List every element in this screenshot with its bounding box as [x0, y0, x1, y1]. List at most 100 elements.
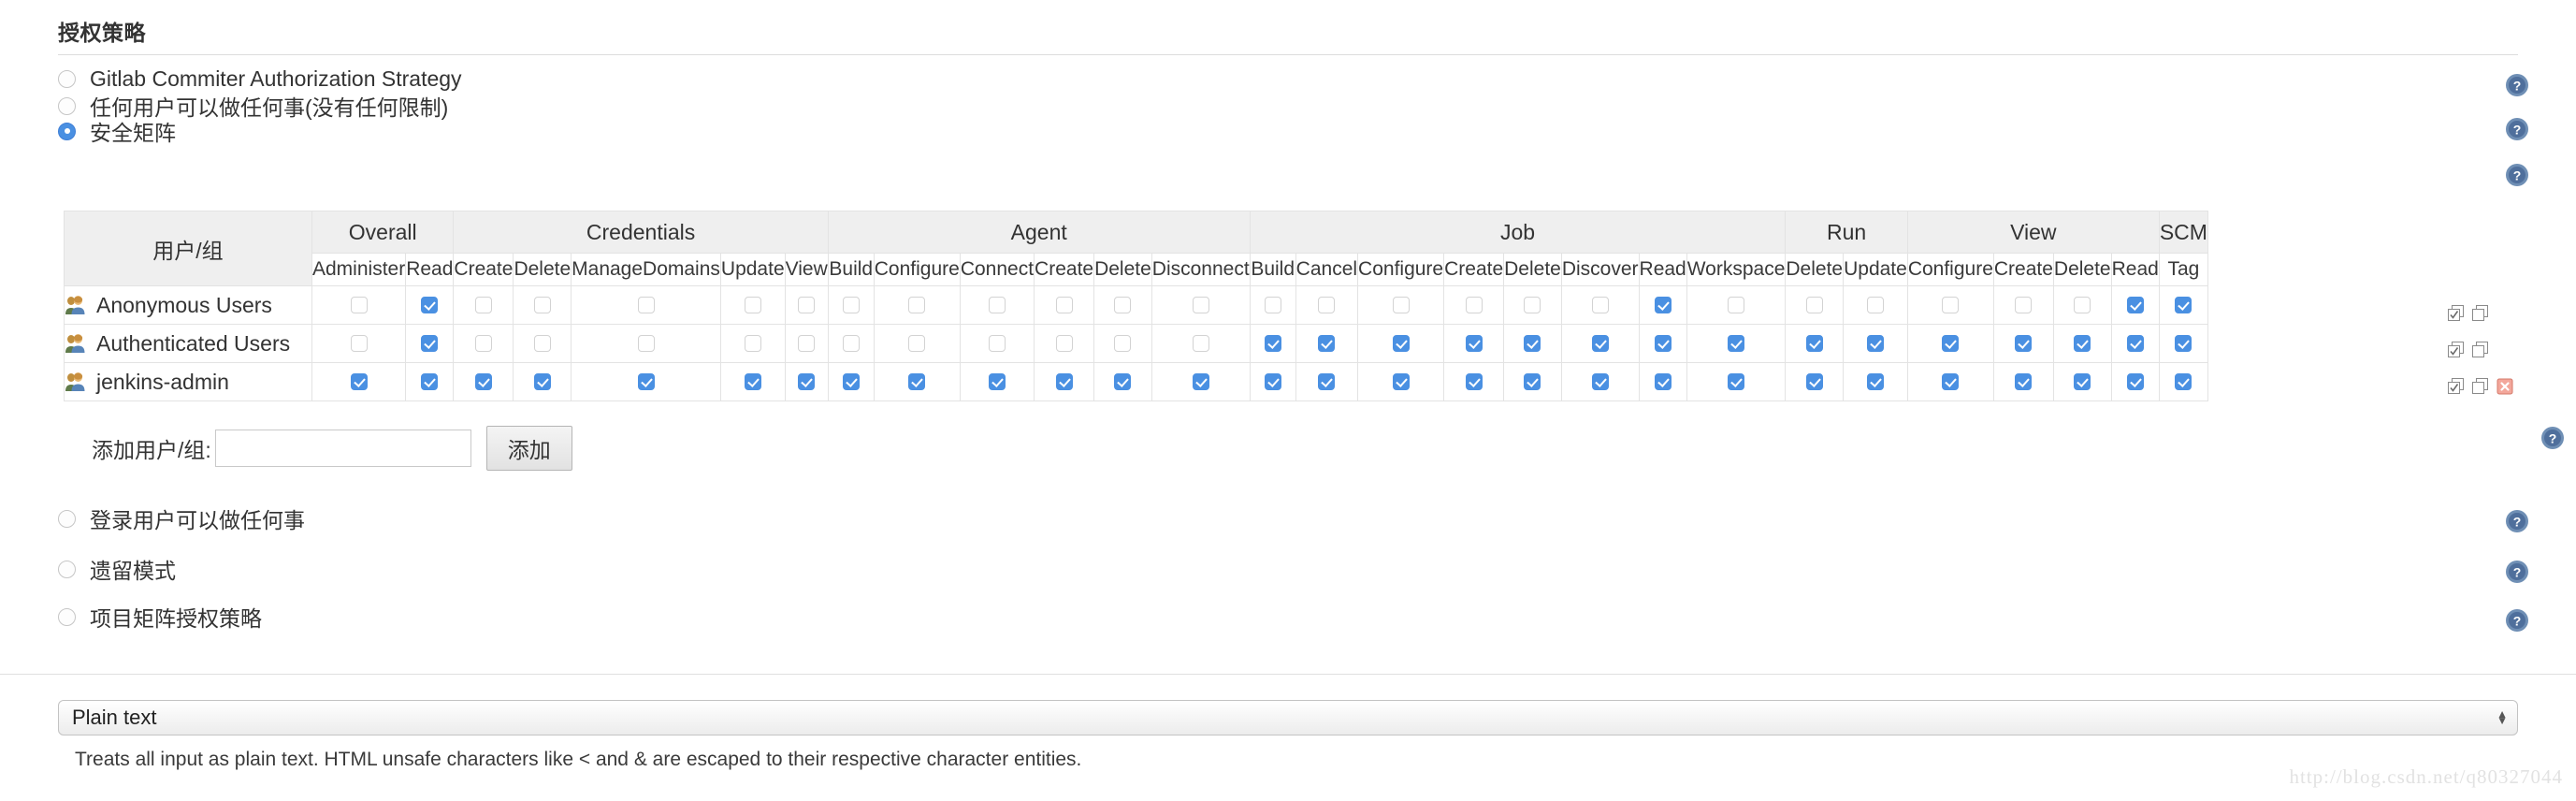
permission-checkbox[interactable]	[421, 297, 439, 314]
permission-cell[interactable]	[2110, 362, 2160, 401]
permission-cell[interactable]	[1034, 285, 1095, 325]
permission-checkbox[interactable]	[1654, 297, 1672, 314]
permission-cell[interactable]	[1686, 324, 1787, 363]
permission-cell[interactable]	[1785, 362, 1845, 401]
permission-cell[interactable]	[405, 324, 455, 363]
permission-cell[interactable]	[1560, 362, 1640, 401]
permission-checkbox[interactable]	[1114, 373, 1132, 391]
select-all-icon[interactable]	[2447, 341, 2466, 364]
permission-cell[interactable]	[827, 324, 875, 363]
strategy-option-2[interactable]: 安全矩阵	[58, 118, 176, 145]
permission-checkbox[interactable]	[1055, 297, 1073, 314]
permission-cell[interactable]	[873, 362, 961, 401]
permission-checkbox[interactable]	[908, 373, 926, 391]
permission-cell[interactable]	[1686, 362, 1787, 401]
permission-cell[interactable]	[1249, 324, 1296, 363]
permission-cell[interactable]	[1357, 285, 1445, 325]
permission-cell[interactable]	[1638, 362, 1687, 401]
permission-checkbox[interactable]	[421, 373, 439, 391]
permission-cell[interactable]	[513, 362, 572, 401]
permission-checkbox[interactable]	[1728, 335, 1745, 353]
strategy-radio-4[interactable]	[58, 560, 76, 578]
permission-cell[interactable]	[1843, 362, 1908, 401]
select-stepper-icon[interactable]: ▲ ▼	[2496, 708, 2508, 726]
permission-cell[interactable]	[311, 324, 407, 363]
permission-cell[interactable]	[1686, 285, 1787, 325]
permission-checkbox[interactable]	[637, 335, 655, 353]
permission-checkbox[interactable]	[1114, 297, 1132, 314]
unselect-all-icon[interactable]	[2471, 377, 2490, 400]
permission-cell[interactable]	[1906, 324, 1994, 363]
permission-checkbox[interactable]	[744, 373, 761, 391]
permission-cell[interactable]	[2052, 324, 2112, 363]
strategy-option-3[interactable]: 登录用户可以做任何事	[58, 505, 305, 532]
permission-checkbox[interactable]	[533, 335, 551, 353]
permission-cell[interactable]	[1503, 362, 1562, 401]
permission-checkbox[interactable]	[637, 297, 655, 314]
permission-checkbox[interactable]	[1114, 335, 1132, 353]
unselect-all-icon[interactable]	[2471, 341, 2490, 364]
delete-row-icon[interactable]	[2496, 377, 2514, 400]
permission-cell[interactable]	[1843, 285, 1908, 325]
permission-cell[interactable]	[1785, 285, 1845, 325]
permission-cell[interactable]	[1443, 362, 1505, 401]
permission-checkbox[interactable]	[2015, 297, 2033, 314]
help-icon[interactable]: ?	[2505, 560, 2529, 584]
help-icon[interactable]: ?	[2505, 608, 2529, 633]
permission-cell[interactable]	[405, 362, 455, 401]
permission-cell[interactable]	[873, 285, 961, 325]
permission-checkbox[interactable]	[1942, 297, 1960, 314]
permission-checkbox[interactable]	[744, 335, 761, 353]
permission-cell[interactable]	[2110, 324, 2160, 363]
permission-cell[interactable]	[1093, 324, 1152, 363]
permission-checkbox[interactable]	[1264, 335, 1281, 353]
permission-checkbox[interactable]	[1591, 373, 1609, 391]
permission-checkbox[interactable]	[1318, 297, 1336, 314]
permission-checkbox[interactable]	[1805, 297, 1823, 314]
permission-cell[interactable]	[959, 324, 1035, 363]
permission-cell[interactable]	[571, 324, 721, 363]
permission-cell[interactable]	[719, 362, 786, 401]
permission-checkbox[interactable]	[908, 335, 926, 353]
permission-checkbox[interactable]	[988, 335, 1006, 353]
permission-checkbox[interactable]	[1055, 335, 1073, 353]
permission-cell[interactable]	[1638, 285, 1687, 325]
permission-cell[interactable]	[719, 285, 786, 325]
permission-checkbox[interactable]	[421, 335, 439, 353]
permission-checkbox[interactable]	[2074, 297, 2091, 314]
permission-checkbox[interactable]	[1055, 373, 1073, 391]
permission-cell[interactable]	[784, 285, 829, 325]
help-icon[interactable]: ?	[2505, 117, 2529, 141]
permission-cell[interactable]	[873, 324, 961, 363]
permission-checkbox[interactable]	[1805, 335, 1823, 353]
permission-cell[interactable]	[827, 285, 875, 325]
add-user-input[interactable]	[214, 430, 471, 467]
permission-cell[interactable]	[571, 285, 721, 325]
permission-checkbox[interactable]	[1866, 373, 1884, 391]
permission-cell[interactable]	[1151, 362, 1251, 401]
permission-checkbox[interactable]	[1866, 297, 1884, 314]
permission-cell[interactable]	[571, 362, 721, 401]
permission-cell[interactable]	[1992, 285, 2054, 325]
strategy-option-4[interactable]: 遗留模式	[58, 556, 176, 583]
permission-checkbox[interactable]	[798, 297, 816, 314]
permission-cell[interactable]	[1843, 324, 1908, 363]
permission-checkbox[interactable]	[2015, 373, 2033, 391]
permission-checkbox[interactable]	[842, 297, 860, 314]
permission-checkbox[interactable]	[2126, 335, 2144, 353]
help-icon[interactable]: ?	[2505, 163, 2529, 187]
permission-cell[interactable]	[1443, 285, 1505, 325]
permission-cell[interactable]	[2158, 324, 2208, 363]
permission-checkbox[interactable]	[1654, 373, 1672, 391]
permission-cell[interactable]	[959, 362, 1035, 401]
permission-checkbox[interactable]	[350, 297, 368, 314]
permission-cell[interactable]	[1785, 324, 1845, 363]
permission-cell[interactable]	[1151, 324, 1251, 363]
help-icon[interactable]: ?	[2505, 509, 2529, 533]
permission-checkbox[interactable]	[1524, 297, 1541, 314]
permission-checkbox[interactable]	[1866, 335, 1884, 353]
permission-checkbox[interactable]	[988, 297, 1006, 314]
permission-cell[interactable]	[784, 362, 829, 401]
permission-cell[interactable]	[1034, 324, 1095, 363]
permission-cell[interactable]	[1443, 324, 1505, 363]
